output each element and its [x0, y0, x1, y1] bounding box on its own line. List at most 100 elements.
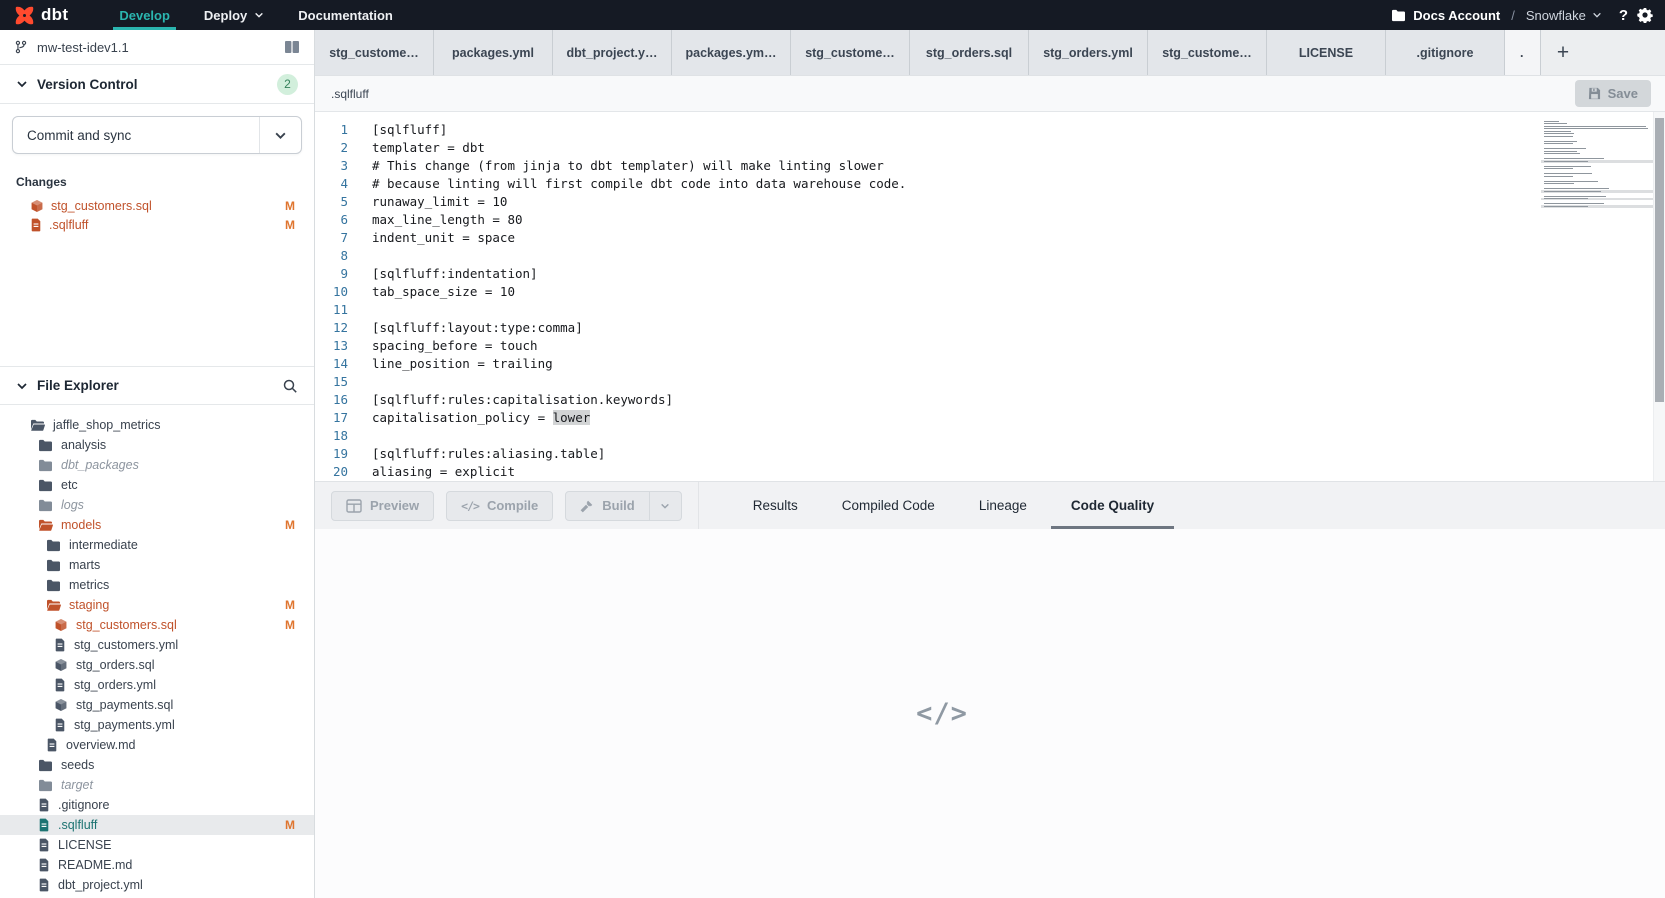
bottom-tab-lineage[interactable]: Lineage	[979, 482, 1027, 529]
nav-item-develop[interactable]: Develop	[102, 0, 187, 30]
nav-item-deploy[interactable]: Deploy	[187, 0, 281, 30]
code-line-17[interactable]: 17capitalisation_policy = lower	[315, 409, 1541, 427]
tree-item-stg-customers-yml[interactable]: stg_customers.yml	[0, 635, 314, 655]
editor-tab-license[interactable]: LICENSE	[1267, 30, 1386, 75]
code-line-16[interactable]: 16[sqlfluff:rules:capitalisation.keyword…	[315, 391, 1541, 409]
bottom-tab-compiled-code[interactable]: Compiled Code	[842, 482, 935, 529]
code-line-8[interactable]: 8	[315, 247, 1541, 265]
tree-item-metrics[interactable]: metrics	[0, 575, 314, 595]
code-line-13[interactable]: 13spacing_before = touch	[315, 337, 1541, 355]
tree-item-sqlfluff[interactable]: .sqlfluffM	[0, 815, 314, 835]
code-icon: </>	[461, 499, 479, 513]
tree-item-staging[interactable]: stagingM	[0, 595, 314, 615]
code-line-6[interactable]: 6max_line_length = 80	[315, 211, 1541, 229]
commit-and-sync-button[interactable]: Commit and sync	[12, 116, 302, 154]
editor-tab-gitignore[interactable]: .gitignore	[1386, 30, 1505, 75]
code-line-1[interactable]: 1[sqlfluff]	[315, 121, 1541, 139]
scrollbar-thumb[interactable]	[1655, 118, 1664, 402]
file-explorer-header[interactable]: File Explorer	[0, 366, 314, 405]
folder-icon	[38, 439, 53, 452]
tree-item-jaffle-shop-metrics[interactable]: jaffle_shop_metrics	[0, 415, 314, 435]
code-line-18[interactable]: 18	[315, 427, 1541, 445]
change-item-label: .sqlfluff	[49, 218, 88, 232]
account-menu[interactable]: Docs Account	[1391, 8, 1500, 23]
save-icon	[1588, 87, 1601, 100]
tree-item-label: stg_orders.sql	[76, 658, 155, 672]
toggle-panels-icon[interactable]	[284, 40, 300, 54]
build-button[interactable]: Build	[566, 492, 649, 520]
tree-item-models[interactable]: modelsM	[0, 515, 314, 535]
tree-item-stg-payments-yml[interactable]: stg_payments.yml	[0, 715, 314, 735]
change-item-sqlfluff[interactable]: .sqlfluffM	[0, 215, 314, 234]
connection-menu[interactable]: Snowflake	[1526, 8, 1602, 23]
code-scroller[interactable]: 1[sqlfluff]2templater = dbt3# This chang…	[315, 112, 1541, 481]
editor-tab-packages-ym[interactable]: packages.ym…	[672, 30, 791, 75]
tree-item-stg-orders-sql[interactable]: stg_orders.sql	[0, 655, 314, 675]
code-line-11[interactable]: 11	[315, 301, 1541, 319]
tree-item-logs[interactable]: logs	[0, 495, 314, 515]
editor-tab-stg-custome[interactable]: stg_custome…	[315, 30, 434, 75]
tree-item-readme-md[interactable]: README.md	[0, 855, 314, 875]
code-line-2[interactable]: 2templater = dbt	[315, 139, 1541, 157]
help-button[interactable]: ?	[1619, 7, 1628, 24]
tree-item-stg-orders-yml[interactable]: stg_orders.yml	[0, 675, 314, 695]
code-line-15[interactable]: 15	[315, 373, 1541, 391]
change-item-stg-customers-sql[interactable]: stg_customers.sqlM	[0, 196, 314, 215]
tree-item-stg-customers-sql[interactable]: stg_customers.sqlM	[0, 615, 314, 635]
editor-tab-stg-orders-sql[interactable]: stg_orders.sql	[910, 30, 1029, 75]
dbt-logo[interactable]: dbt	[14, 5, 68, 26]
bottom-tab-results[interactable]: Results	[753, 482, 798, 529]
nav-item-documentation[interactable]: Documentation	[281, 0, 410, 30]
tree-item-stg-payments-sql[interactable]: stg_payments.sql	[0, 695, 314, 715]
editor-tab-stg-custome[interactable]: stg_custome…	[1148, 30, 1267, 75]
code-line-9[interactable]: 9[sqlfluff:indentation]	[315, 265, 1541, 283]
minimap[interactable]	[1541, 112, 1653, 481]
editor-tab-stg-orders-yml[interactable]: stg_orders.yml	[1029, 30, 1148, 75]
settings-gear-icon[interactable]	[1637, 7, 1653, 23]
version-control-header[interactable]: Version Control 2	[0, 65, 314, 104]
editor-tab-packages-yml[interactable]: packages.yml	[434, 30, 553, 75]
commit-options-chevron[interactable]	[259, 117, 301, 153]
folder-icon	[38, 479, 53, 492]
tree-item-target[interactable]: target	[0, 775, 314, 795]
tree-item-marts[interactable]: marts	[0, 555, 314, 575]
code-line-7[interactable]: 7indent_unit = space	[315, 229, 1541, 247]
tree-item-dbt-project-yml[interactable]: dbt_project.yml	[0, 875, 314, 895]
code-line-19[interactable]: 19[sqlfluff:rules:aliasing.table]	[315, 445, 1541, 463]
code-text: [sqlfluff]	[348, 121, 447, 139]
editor-tab-active-partial[interactable]: .	[1505, 30, 1541, 75]
tree-item-etc[interactable]: etc	[0, 475, 314, 495]
code-line-10[interactable]: 10tab_space_size = 10	[315, 283, 1541, 301]
tree-item-license[interactable]: LICENSE	[0, 835, 314, 855]
editor-scrollbar[interactable]	[1653, 112, 1665, 481]
minimap-lines	[1541, 120, 1653, 210]
file-doc-icon	[54, 678, 66, 692]
tree-item-seeds[interactable]: seeds	[0, 755, 314, 775]
code-editor[interactable]: 1[sqlfluff]2templater = dbt3# This chang…	[315, 112, 1665, 481]
tree-item-intermediate[interactable]: intermediate	[0, 535, 314, 555]
editor-tab-stg-custome[interactable]: stg_custome…	[791, 30, 910, 75]
search-icon[interactable]	[282, 378, 298, 394]
branch-selector[interactable]: mw-test-idev1.1	[0, 30, 314, 65]
tree-item-analysis[interactable]: analysis	[0, 435, 314, 455]
new-tab-button[interactable]: +	[1541, 30, 1585, 75]
save-button[interactable]: Save	[1575, 80, 1651, 107]
file-doc-icon	[38, 798, 50, 812]
code-line-14[interactable]: 14line_position = trailing	[315, 355, 1541, 373]
tree-item-dbt-packages[interactable]: dbt_packages	[0, 455, 314, 475]
file-doc-icon	[38, 858, 50, 872]
editor-tab-dbt-project-y[interactable]: dbt_project.y…	[553, 30, 672, 75]
line-number: 20	[315, 463, 348, 481]
tree-item-gitignore[interactable]: .gitignore	[0, 795, 314, 815]
code-line-3[interactable]: 3# This change (from jinja to dbt templa…	[315, 157, 1541, 175]
code-line-20[interactable]: 20aliasing = explicit	[315, 463, 1541, 481]
code-line-5[interactable]: 5runaway_limit = 10	[315, 193, 1541, 211]
code-line-4[interactable]: 4# because linting will first compile db…	[315, 175, 1541, 193]
code-line-12[interactable]: 12[sqlfluff:layout:type:comma]	[315, 319, 1541, 337]
bottom-tab-code-quality[interactable]: Code Quality	[1071, 482, 1154, 529]
compile-button[interactable]: </>Compile	[446, 491, 553, 521]
build-options-chevron[interactable]	[649, 492, 681, 520]
preview-button[interactable]: Preview	[331, 491, 434, 521]
tree-item-overview-md[interactable]: overview.md	[0, 735, 314, 755]
bottom-tab-label: Compiled Code	[842, 498, 935, 513]
